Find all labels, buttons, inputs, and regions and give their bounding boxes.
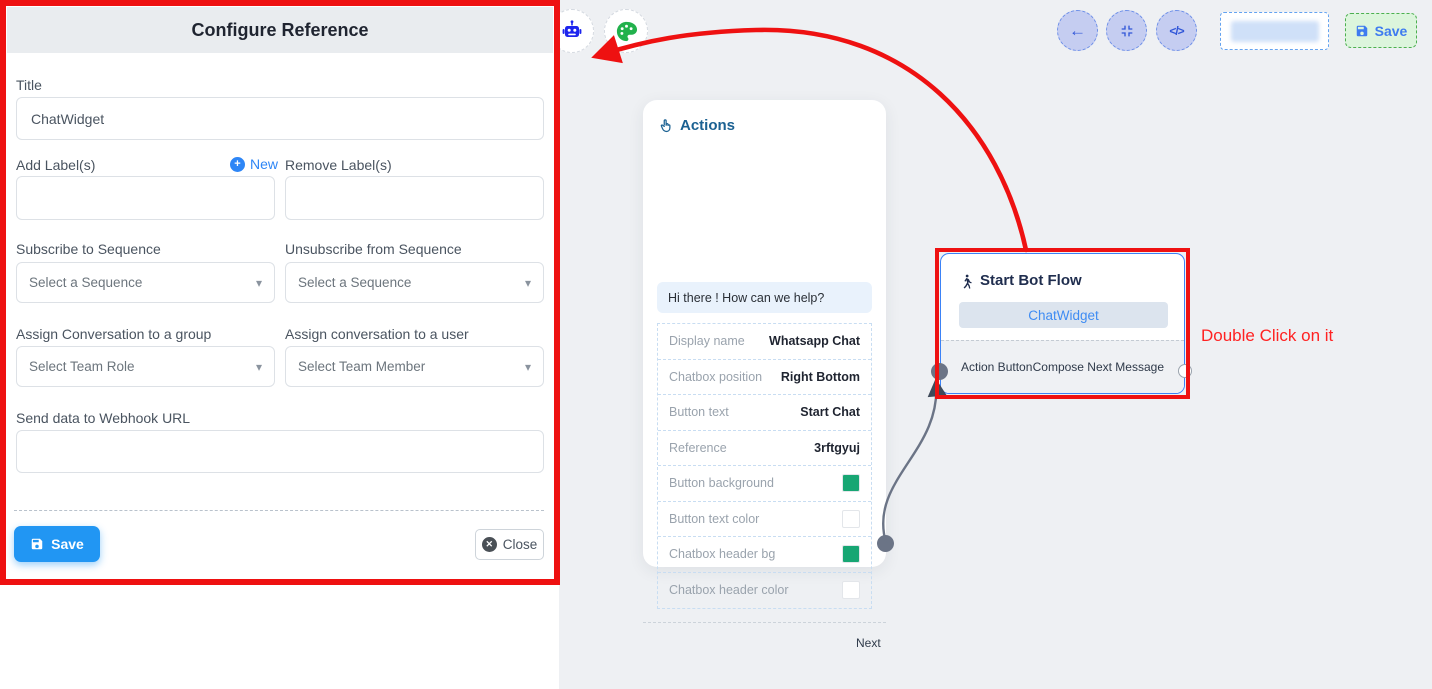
flow-save-button[interactable]: Save (1345, 13, 1417, 48)
code-icon: </> (1169, 24, 1183, 38)
subscribe-sequence-label: Subscribe to Sequence (16, 241, 161, 257)
action-button-port-label: Action Button (961, 360, 1032, 374)
theme-palette-button[interactable] (604, 9, 648, 53)
card-footer-divider (643, 622, 886, 623)
unsubscribe-sequence-value: Select a Sequence (298, 275, 411, 290)
assign-group-value: Select Team Role (29, 359, 135, 374)
table-row: Button text Start Chat (658, 395, 871, 431)
plus-circle-icon: + (230, 157, 245, 172)
footer-divider (14, 510, 544, 511)
new-label-link[interactable]: + New (230, 156, 278, 172)
assign-user-label: Assign conversation to a user (285, 326, 469, 342)
next-port-handle[interactable] (877, 535, 894, 552)
add-labels-label: Add Label(s) (16, 157, 95, 173)
color-swatch[interactable] (842, 581, 860, 599)
prop-label: Chatbox header color (669, 583, 789, 597)
compress-view-button[interactable] (1106, 10, 1147, 51)
palette-icon (615, 20, 638, 43)
actions-card-title: Actions (658, 117, 735, 134)
chevron-down-icon: ▾ (525, 360, 531, 374)
color-swatch[interactable] (842, 545, 860, 563)
table-row: Chatbox header bg (658, 537, 871, 573)
compose-next-port-handle[interactable] (1178, 364, 1192, 378)
actions-node-card[interactable]: Actions Whatsapp Short Link Hi there ! H… (643, 100, 886, 567)
close-icon: ✕ (482, 537, 497, 552)
prop-label: Button text (669, 405, 729, 419)
close-button[interactable]: ✕ Close (475, 529, 544, 560)
floppy-icon (1355, 24, 1369, 38)
new-label-text: New (250, 156, 278, 172)
webhook-label: Send data to Webhook URL (16, 410, 190, 426)
title-input[interactable] (16, 97, 544, 140)
unsubscribe-sequence-label: Unsubscribe from Sequence (285, 241, 462, 257)
greeting-message: Hi there ! How can we help? (657, 282, 872, 313)
floppy-icon (30, 537, 44, 551)
add-labels-input[interactable] (16, 176, 275, 220)
table-row: Chatbox position Right Bottom (658, 360, 871, 396)
next-port-label: Next (856, 636, 881, 650)
redacted-flow-title (1231, 21, 1319, 42)
node-title: Start Bot Flow (959, 272, 1082, 289)
configure-reference-panel: Configure Reference Title Add Label(s) +… (0, 0, 559, 689)
double-click-annotation: Double Click on it (1201, 326, 1333, 346)
color-swatch[interactable] (842, 510, 860, 528)
prop-value: 3rftgyuj (814, 441, 860, 455)
assign-group-select[interactable]: Select Team Role ▾ (16, 346, 275, 387)
title-label: Title (16, 77, 42, 93)
flow-connector-edge (883, 382, 936, 543)
panel-header: Configure Reference (7, 7, 553, 53)
table-row: Button background (658, 466, 871, 502)
prop-label: Button background (669, 476, 774, 490)
prop-value: Start Chat (800, 405, 860, 419)
node-reference-button[interactable]: ChatWidget (959, 302, 1168, 328)
action-button-port-handle[interactable] (931, 363, 948, 380)
assign-user-value: Select Team Member (298, 359, 425, 374)
page-title: Configure Reference (191, 20, 368, 41)
save-button[interactable]: Save (14, 526, 100, 562)
unsubscribe-sequence-select[interactable]: Select a Sequence ▾ (285, 262, 544, 303)
prop-label: Button text color (669, 512, 759, 526)
remove-labels-label: Remove Label(s) (285, 157, 392, 173)
table-row: Button text color (658, 502, 871, 538)
subscribe-sequence-value: Select a Sequence (29, 275, 142, 290)
prop-label: Display name (669, 334, 745, 348)
prop-value: Right Bottom (781, 370, 860, 384)
arrow-left-icon: ← (1069, 21, 1086, 41)
node-reference-label: ChatWidget (1028, 308, 1099, 323)
assign-group-label: Assign Conversation to a group (16, 326, 211, 342)
chevron-down-icon: ▾ (525, 276, 531, 290)
chevron-down-icon: ▾ (256, 360, 262, 374)
embed-code-button[interactable]: </> (1156, 10, 1197, 51)
node-footer: Action Button Compose Next Message (941, 340, 1184, 393)
flow-title-box[interactable] (1220, 12, 1329, 50)
tap-hand-icon (658, 118, 673, 133)
table-row: Chatbox header color (658, 573, 871, 609)
compress-icon (1119, 23, 1135, 39)
widget-properties-table: Display name Whatsapp Chat Chatbox posit… (657, 323, 872, 609)
prop-label: Chatbox header bg (669, 547, 775, 561)
webhook-input[interactable] (16, 430, 544, 473)
back-button[interactable]: ← (1057, 10, 1098, 51)
table-row: Reference 3rftgyuj (658, 431, 871, 467)
prop-value: Whatsapp Chat (769, 334, 860, 348)
table-row: Display name Whatsapp Chat (658, 324, 871, 360)
save-button-label: Save (51, 536, 84, 552)
actions-title-text: Actions (680, 117, 735, 134)
close-button-label: Close (503, 537, 538, 552)
color-swatch[interactable] (842, 474, 860, 492)
compose-next-port-label: Compose Next Message (1033, 360, 1164, 374)
robot-icon (560, 19, 584, 43)
prop-label: Chatbox position (669, 370, 762, 384)
remove-labels-input[interactable] (285, 176, 544, 220)
walking-person-icon (959, 273, 974, 289)
start-bot-flow-node[interactable]: Start Bot Flow ChatWidget Action Button … (940, 253, 1185, 394)
prop-label: Reference (669, 441, 727, 455)
node-title-text: Start Bot Flow (980, 272, 1082, 289)
chevron-down-icon: ▾ (256, 276, 262, 290)
greeting-message-text: Hi there ! How can we help? (668, 291, 824, 305)
subscribe-sequence-select[interactable]: Select a Sequence ▾ (16, 262, 275, 303)
assign-user-select[interactable]: Select Team Member ▾ (285, 346, 544, 387)
flow-save-label: Save (1375, 23, 1408, 39)
